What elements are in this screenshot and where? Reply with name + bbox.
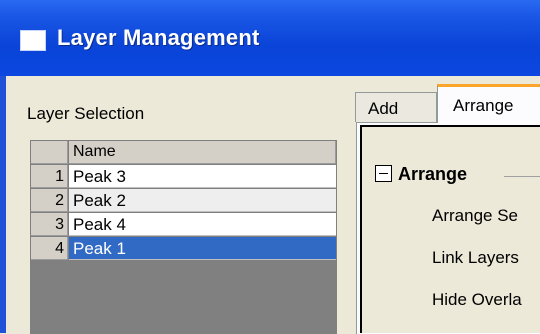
- layer-selection-label: Layer Selection: [27, 104, 145, 123]
- grid-corner-cell[interactable]: [31, 141, 68, 164]
- row-number[interactable]: 4: [31, 237, 68, 260]
- row-number[interactable]: 1: [31, 165, 68, 188]
- window-icon: [20, 30, 46, 51]
- table-row[interactable]: 3 Peak 4: [31, 213, 336, 237]
- hide-overlap-option[interactable]: Hide Overla: [432, 290, 540, 310]
- tab-add[interactable]: Add: [355, 92, 437, 122]
- layer-name-cell[interactable]: Peak 2: [69, 189, 336, 212]
- table-row[interactable]: 2 Peak 2: [31, 189, 336, 213]
- window-title: Layer Management: [57, 25, 260, 50]
- collapse-minus-icon[interactable]: [375, 165, 392, 182]
- layer-grid: Name 1 Peak 3 2 Peak 2 3 Peak 4 4 Peak 1: [30, 140, 337, 334]
- layer-name-cell[interactable]: Peak 3: [69, 165, 336, 188]
- title-bar[interactable]: Layer Management: [0, 0, 540, 76]
- table-row[interactable]: 1 Peak 3: [31, 165, 336, 189]
- layer-name-cell[interactable]: Peak 4: [69, 213, 336, 236]
- arrange-selection-option[interactable]: Arrange Se: [432, 206, 540, 226]
- row-number[interactable]: 3: [31, 213, 68, 236]
- section-divider: [504, 176, 540, 177]
- name-column-header[interactable]: Name: [69, 141, 336, 164]
- arrange-section-heading: Arrange: [398, 164, 468, 184]
- link-layers-option[interactable]: Link Layers: [432, 248, 540, 268]
- row-number[interactable]: 2: [31, 189, 68, 212]
- grid-header-row: Name: [31, 141, 336, 165]
- table-row-selected[interactable]: 4 Peak 1: [31, 237, 336, 261]
- tab-arrange[interactable]: Arrange: [437, 84, 540, 123]
- layer-name-cell[interactable]: Peak 1: [69, 237, 336, 260]
